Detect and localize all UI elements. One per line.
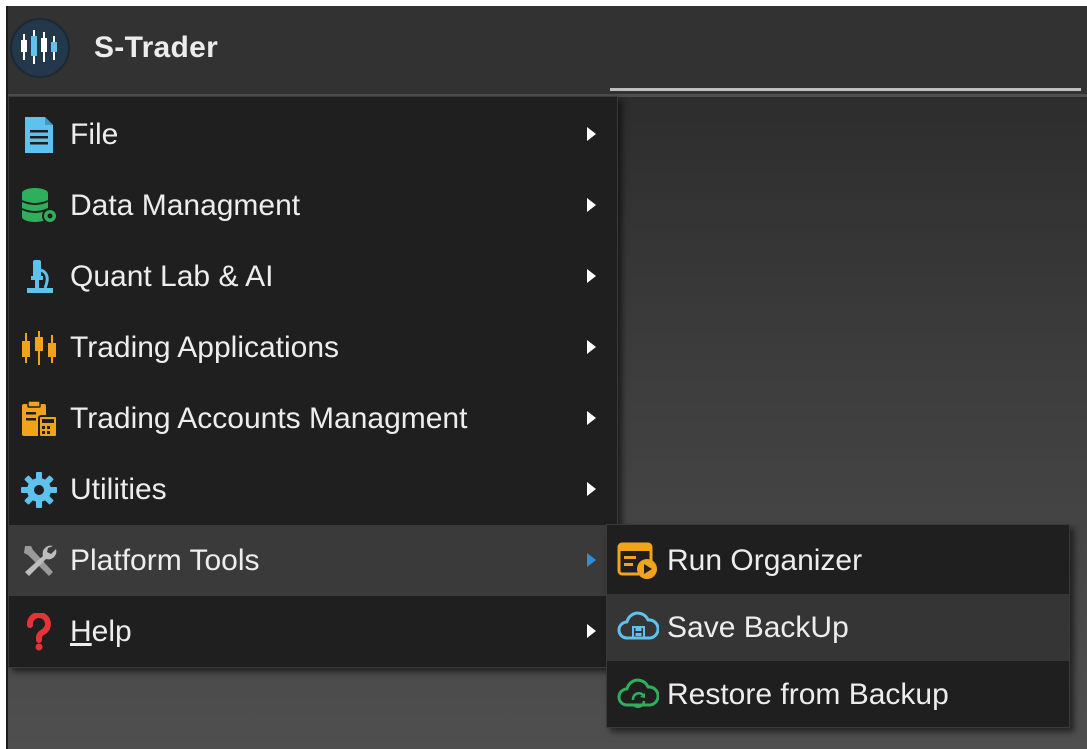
- cloud-restore-icon: [617, 675, 660, 715]
- menu-item-trading-accounts-managment[interactable]: Trading Accounts Managment: [9, 383, 617, 454]
- menu-item-label: Data Managment: [70, 189, 301, 222]
- cloud-save-icon: [617, 608, 660, 648]
- menu-item-help[interactable]: Help: [9, 596, 617, 667]
- submenu-arrow-icon: [587, 127, 596, 141]
- menu-item-label: Utilities: [70, 473, 167, 506]
- clipboard-calculator-icon: [19, 400, 59, 438]
- microscope-icon: [19, 258, 59, 296]
- tools-icon: [19, 542, 59, 580]
- submenu-arrow-icon: [587, 482, 596, 496]
- platform-tools-submenu: Run Organizer Save BackUp Restore from B…: [606, 524, 1070, 728]
- tab-strip-divider: [610, 88, 1081, 91]
- submenu-item-label: Run Organizer: [667, 544, 863, 577]
- document-icon: [19, 116, 59, 154]
- submenu-item-restore-from-backup[interactable]: Restore from Backup: [607, 661, 1069, 728]
- menu-item-label: Platform Tools: [70, 544, 260, 577]
- submenu-item-label: Save BackUp: [667, 611, 849, 644]
- menu-item-label: File: [70, 118, 119, 151]
- candlestick-logo-icon[interactable]: [12, 20, 68, 76]
- menu-item-utilities[interactable]: Utilities: [9, 454, 617, 525]
- menu-item-platform-tools[interactable]: Platform Tools: [9, 525, 617, 596]
- gear-icon: [19, 471, 59, 509]
- database-gear-icon: [19, 187, 59, 225]
- menu-item-trading-applications[interactable]: Trading Applications: [9, 312, 617, 383]
- menu-item-data-managment[interactable]: Data Managment: [9, 170, 617, 241]
- submenu-item-run-organizer[interactable]: Run Organizer: [607, 527, 1069, 594]
- title-bar: S-Trader: [6, 6, 1087, 94]
- submenu-arrow-icon: [587, 411, 596, 425]
- menu-item-file[interactable]: File: [9, 99, 617, 170]
- menu-item-label: Trading Accounts Managment: [70, 402, 468, 435]
- app-title: S-Trader: [94, 31, 219, 64]
- menu-item-label: Quant Lab & AI: [70, 260, 274, 293]
- submenu-arrow-icon: [587, 198, 596, 212]
- menu-item-label: Trading Applications: [70, 331, 340, 364]
- question-icon: [19, 611, 59, 651]
- submenu-arrow-icon: [587, 624, 596, 638]
- submenu-arrow-icon: [587, 269, 596, 283]
- main-dropdown-menu: File Data Managment Quant Lab & AI Tradi…: [8, 96, 618, 668]
- candlestick-icon: [19, 329, 59, 367]
- submenu-item-save-backup[interactable]: Save BackUp: [607, 594, 1069, 661]
- submenu-item-label: Restore from Backup: [667, 678, 949, 711]
- submenu-arrow-icon: [587, 553, 596, 567]
- submenu-arrow-icon: [587, 340, 596, 354]
- menu-item-quant-lab-ai[interactable]: Quant Lab & AI: [9, 241, 617, 312]
- menu-item-label: Help: [70, 615, 132, 648]
- organizer-icon: [617, 541, 659, 581]
